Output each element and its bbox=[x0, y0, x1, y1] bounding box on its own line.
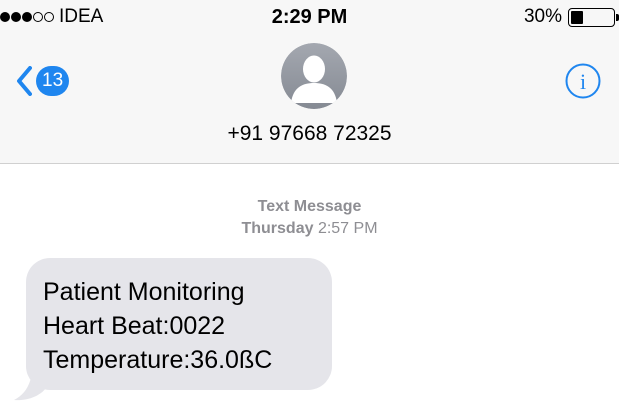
battery-level-fill bbox=[571, 10, 583, 24]
battery-icon bbox=[568, 7, 615, 27]
message-line: Heart Beat:0022 bbox=[43, 312, 226, 340]
battery-percent: 30% bbox=[523, 6, 562, 27]
contact-title[interactable]: +91 97668 72325 bbox=[0, 122, 619, 146]
unread-count-badge: 13 bbox=[36, 66, 70, 96]
message-line: Patient Monitoring bbox=[43, 278, 245, 306]
message-line: Temperature:36.0ßC bbox=[43, 346, 273, 374]
message-type-label: Text Message bbox=[257, 198, 362, 215]
contact-avatar[interactable] bbox=[281, 43, 347, 109]
conversation-header: IDEA 2:29 PM 30% 13 +91 97668 72325 i bbox=[0, 0, 619, 164]
svg-text:i: i bbox=[580, 69, 586, 94]
person-silhouette-icon bbox=[281, 43, 347, 109]
chevron-left-icon bbox=[17, 66, 32, 96]
message-time: 2:57 PM bbox=[317, 220, 378, 237]
info-button[interactable]: i bbox=[564, 62, 602, 100]
info-icon: i bbox=[565, 63, 601, 99]
message-timestamp: Thursday 2:57 PM bbox=[0, 219, 619, 239]
incoming-message-bubble[interactable]: Patient Monitoring Heart Beat:0022 Tempe… bbox=[26, 258, 332, 390]
message-day: Thursday bbox=[241, 220, 314, 237]
back-button[interactable]: 13 bbox=[16, 66, 70, 96]
battery-indicator: 30% bbox=[524, 6, 619, 28]
